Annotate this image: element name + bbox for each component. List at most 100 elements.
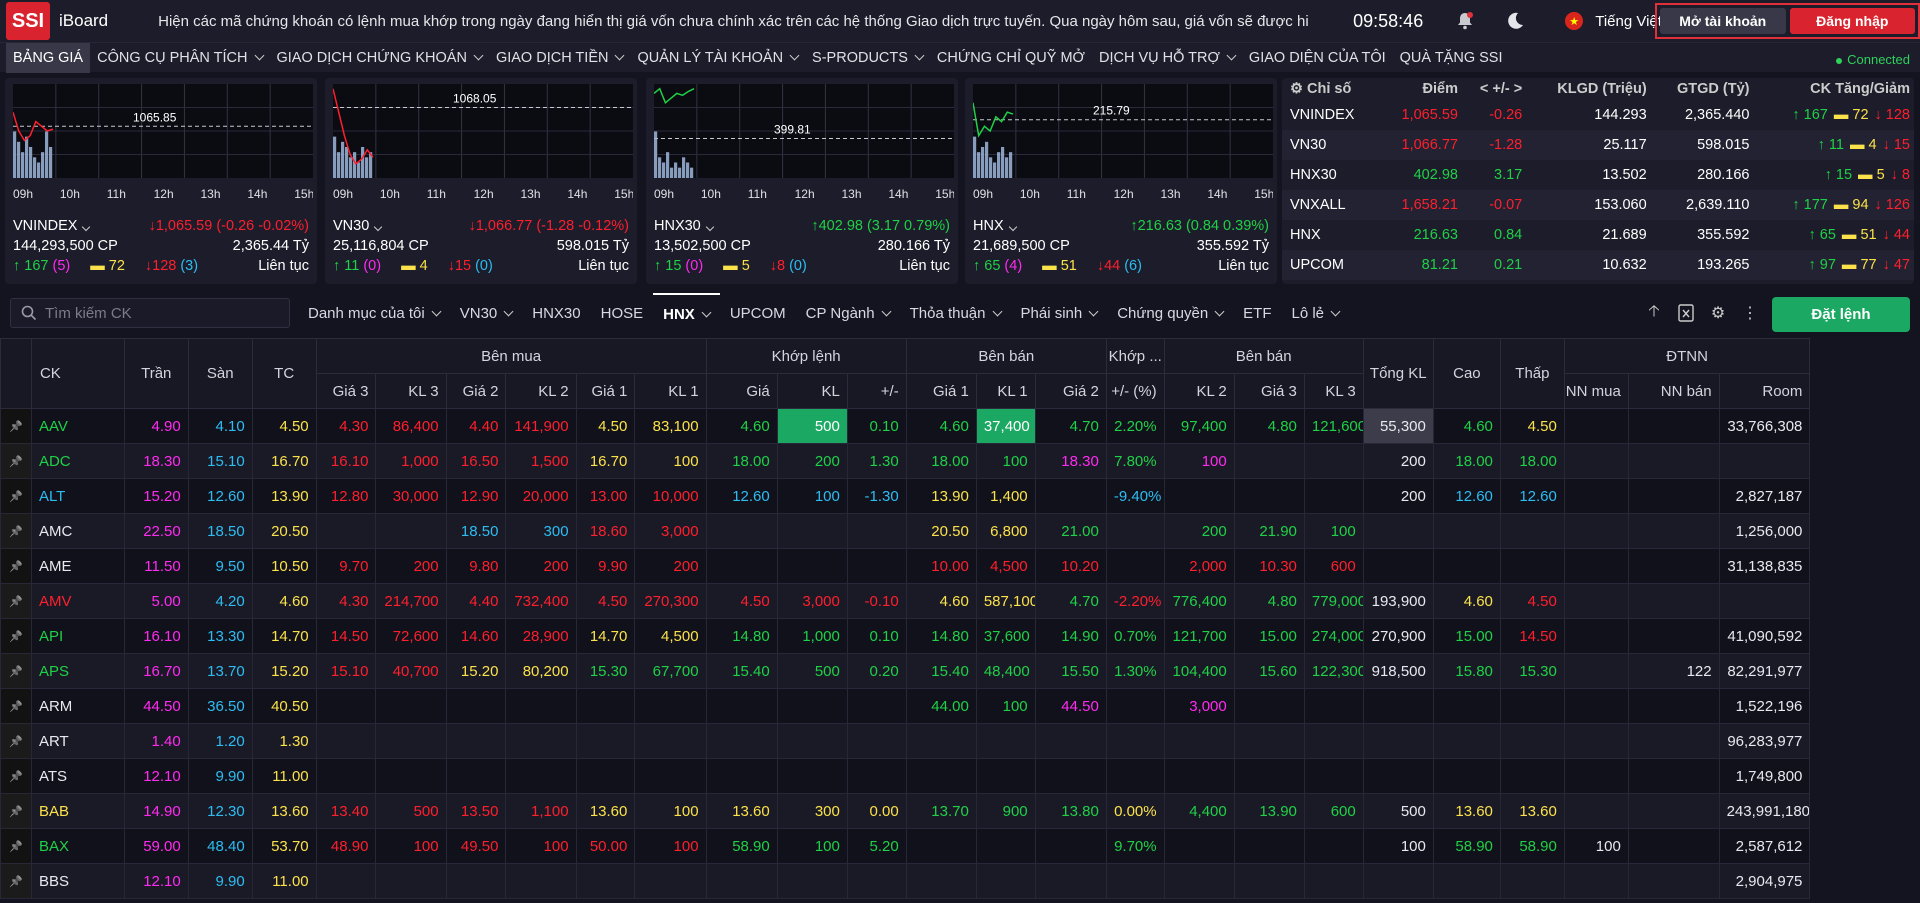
stock-row[interactable]: 📌 BAB 14.90 12.30 13.60 13.40 500 13.50 1,100 13.… [0, 793, 1920, 829]
stock-row[interactable]: 📌 AMC 22.50 18.50 20.50 18.50 300 18.60 3,000 20.… [0, 513, 1920, 549]
tab-11[interactable]: Lô lẻ [1282, 293, 1350, 333]
pin-icon[interactable]: 📌 [0, 513, 32, 549]
bid-price-2: 9.80 [445, 548, 507, 584]
pin-icon[interactable]: 📌 [0, 478, 32, 514]
stock-row[interactable]: 📌 ALT 15.20 12.60 13.90 12.80 30,000 12.90 20,00… [0, 478, 1920, 514]
login-button[interactable]: Đăng nhập [1789, 8, 1915, 34]
more-menu-icon[interactable]: ⋮ [1741, 300, 1759, 326]
pin-icon[interactable]: 📌 [0, 583, 32, 619]
pin-icon[interactable]: 📌 [0, 653, 32, 689]
index-panel-hnx[interactable]: 215.79 09h 10h 11h 12h 13h 14h 15h HNX ↑216.63 (0… [965, 78, 1277, 284]
menu-item-3[interactable]: GIAO DỊCH TIỀN [489, 43, 631, 73]
scroll-top-icon[interactable]: 🡡 [1645, 300, 1663, 326]
pin-icon[interactable]: 📌 [0, 408, 32, 444]
stock-row[interactable]: 📌 AMV 5.00 4.20 4.60 4.30 214,700 4.40 732,400 4.… [0, 583, 1920, 619]
menu-item-7[interactable]: DỊCH VỤ HỖ TRỢ [1092, 43, 1242, 73]
tab-10[interactable]: ETF [1233, 293, 1281, 333]
stock-symbol[interactable]: ART [30, 723, 125, 759]
tab-5[interactable]: UPCOM [720, 293, 796, 333]
ceiling-count: (0) [363, 258, 382, 274]
stock-row[interactable]: 📌 ADC 18.30 15.10 16.70 16.10 1,000 16.50 1,500 1… [0, 443, 1920, 479]
index-row[interactable]: VN30 1,066.77 -1.28 25.117 598.015 ↑ 11 ▬ 4 ↓ 1… [1282, 130, 1914, 160]
stock-row[interactable]: 📌 ATS 12.10 9.90 11.00 1,749,800 [0, 758, 1920, 794]
stock-symbol[interactable]: ALT [30, 478, 125, 514]
time-tick: 11h [427, 187, 446, 201]
stock-symbol[interactable]: ARM [30, 688, 125, 724]
menu-item-2[interactable]: GIAO DỊCH CHỨNG KHOÁN [270, 43, 489, 73]
pin-icon[interactable]: 📌 [0, 548, 32, 584]
stock-symbol[interactable]: BBS [30, 863, 125, 899]
stock-symbol[interactable]: ADC [30, 443, 125, 479]
stock-row[interactable]: 📌 AAV 4.90 4.10 4.50 4.30 86,400 4.40 141,900 4.5… [0, 408, 1920, 444]
menu-item-6[interactable]: CHỨNG CHỈ QUỸ MỞ [930, 43, 1092, 73]
index-name[interactable]: VN30 [333, 218, 383, 234]
match-price: 13.60 [705, 793, 778, 829]
menu-item-0[interactable]: BẢNG GIÁ [6, 42, 91, 73]
index-row[interactable]: HNX 216.63 0.84 21.689 355.592 ↑ 65 ▬ 51 ↓ 44 [1282, 220, 1914, 250]
stock-symbol[interactable]: BAX [30, 828, 125, 864]
stock-symbol[interactable]: AMV [30, 583, 125, 619]
stock-symbol[interactable]: API [30, 618, 125, 654]
match-change-pct [1105, 863, 1165, 899]
pin-icon[interactable]: 📌 [0, 758, 32, 794]
tab-1[interactable]: VN30 [450, 293, 523, 333]
ssi-logo[interactable]: SSI [6, 2, 50, 40]
stock-symbol[interactable]: AME [30, 548, 125, 584]
index-row[interactable]: UPCOM 81.21 0.21 10.632 193.265 ↑ 97 ▬ 77 ↓ 47 [1282, 250, 1914, 280]
vietnam-flag-icon[interactable]: ★ [1565, 12, 1584, 30]
index-name[interactable]: HNX30 [654, 218, 714, 234]
pin-icon[interactable]: 📌 [0, 863, 32, 899]
bell-icon[interactable] [1455, 11, 1475, 31]
volume-bar [37, 162, 41, 178]
stock-row[interactable]: 📌 AME 11.50 9.50 10.50 9.70 200 9.80 200 9.90 200 1… [0, 548, 1920, 584]
index-row[interactable]: VNINDEX 1,065.59 -0.26 144.293 2,365.440 ↑ 16… [1282, 100, 1914, 130]
settings-gear-icon[interactable]: ⚙ [1709, 300, 1727, 326]
index-row[interactable]: HNX30 402.98 3.17 13.502 280.166 ↑ 15 ▬ 5 ↓ 8 [1282, 160, 1914, 190]
stock-row[interactable]: 📌 BBS 12.10 9.90 11.00 2,904,975 [0, 863, 1920, 899]
index-panel-vn30[interactable]: 1068.05 09h 10h 11h 12h 13h 14h 15h VN30 ↓1,066.7… [325, 78, 637, 284]
tab-0[interactable]: Danh mục của tôi [298, 293, 450, 333]
index-volume: 144,293,500 CP [13, 238, 118, 254]
menu-item-5[interactable]: S-PRODUCTS [805, 43, 930, 73]
tab-6[interactable]: CP Ngành [796, 293, 900, 333]
pin-icon[interactable]: 📌 [0, 688, 32, 724]
pin-icon[interactable]: 📌 [0, 793, 32, 829]
index-name[interactable]: VNINDEX [13, 218, 91, 234]
gear-icon[interactable]: ⚙ [1290, 81, 1307, 97]
place-order-button[interactable]: Đặt lệnh [1772, 297, 1910, 332]
stock-row[interactable]: 📌 APS 16.70 13.70 15.20 15.10 40,700 15.20 80,20… [0, 653, 1920, 689]
pin-icon[interactable]: 📌 [0, 443, 32, 479]
language-selector[interactable]: Tiếng Việt [1595, 13, 1662, 30]
stock-symbol[interactable]: APS [30, 653, 125, 689]
index-name[interactable]: HNX [973, 218, 1017, 234]
tab-7[interactable]: Thỏa thuận [900, 293, 1011, 333]
moon-icon[interactable] [1505, 11, 1525, 31]
tab-4[interactable]: HNX [653, 293, 720, 333]
stock-symbol[interactable]: AMC [30, 513, 125, 549]
stock-row[interactable]: 📌 ART 1.40 1.20 1.30 96,283,977 [0, 723, 1920, 759]
search-input[interactable] [45, 304, 275, 322]
tab-8[interactable]: Phái sinh [1011, 293, 1108, 333]
tab-2[interactable]: HNX30 [522, 293, 590, 333]
stock-symbol[interactable]: ATS [30, 758, 125, 794]
ask-vol-1 [975, 758, 1036, 794]
pin-icon[interactable]: 📌 [0, 828, 32, 864]
stock-row[interactable]: 📌 API 16.10 13.30 14.70 14.50 72,600 14.60 28,90… [0, 618, 1920, 654]
menu-item-9[interactable]: QUÀ TẶNG SSI [1393, 43, 1510, 73]
tab-9[interactable]: Chứng quyền [1107, 293, 1233, 333]
stock-symbol[interactable]: AAV [30, 408, 125, 444]
stock-symbol[interactable]: BAB [30, 793, 125, 829]
index-panel-vnindex[interactable]: 1065.85 09h 10h 11h 12h 13h 14h 15h VNINDEX ↓1,06… [5, 78, 317, 284]
index-panel-hnx30[interactable]: 399.81 09h 10h 11h 12h 13h 14h 15h HNX30 ↑402.98 … [646, 78, 958, 284]
excel-export-icon[interactable] [1677, 300, 1695, 326]
index-row[interactable]: VNXALL 1,658.21 -0.07 153.060 2,639.110 ↑ 177… [1282, 190, 1914, 220]
pin-icon[interactable]: 📌 [0, 618, 32, 654]
pin-icon[interactable]: 📌 [0, 723, 32, 759]
stock-row[interactable]: 📌 ARM 44.50 36.50 40.50 44.00 100 44.50 3,000 1,5… [0, 688, 1920, 724]
menu-item-8[interactable]: GIAO DIỆN CỦA TÔI [1242, 43, 1393, 73]
open-account-button[interactable]: Mở tài khoản [1660, 8, 1786, 34]
menu-item-1[interactable]: CÔNG CỤ PHÂN TÍCH [90, 43, 269, 73]
tab-3[interactable]: HOSE [591, 293, 654, 333]
stock-row[interactable]: 📌 BAX 59.00 48.40 53.70 48.90 100 49.50 100 50.00… [0, 828, 1920, 864]
menu-item-4[interactable]: QUẢN LÝ TÀI KHOẢN [630, 43, 805, 73]
